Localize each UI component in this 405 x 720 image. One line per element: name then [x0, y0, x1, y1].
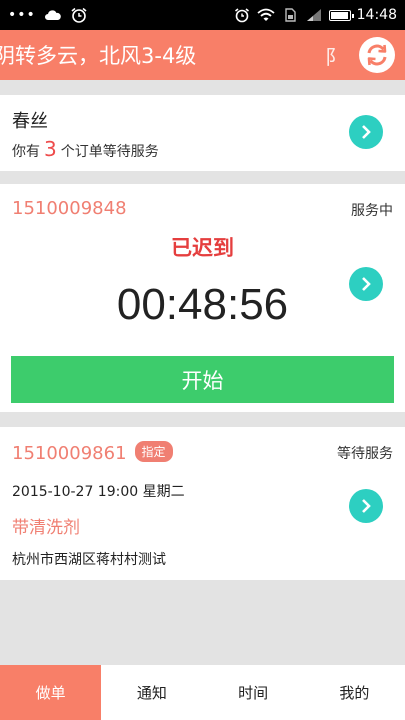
order-detail-button[interactable] — [349, 489, 383, 523]
order-datetime: 2015-10-27 19:00 星期二 — [12, 484, 185, 500]
order-phone: 1510009848 — [12, 198, 127, 219]
order-detail-button[interactable] — [349, 267, 383, 301]
status-bar: ••• 14:48 — [0, 0, 405, 30]
user-summary-card[interactable]: 春丝 你有 3 个订单等待服务 — [0, 95, 405, 171]
refresh-button[interactable] — [359, 37, 395, 73]
chevron-right-icon — [362, 125, 371, 139]
order-card-waiting[interactable]: 1510009861 指定 等待服务 2015-10-27 19:00 星期二 带… — [0, 427, 405, 580]
user-detail-button[interactable] — [349, 115, 383, 149]
late-badge-text: 已迟到 — [171, 236, 234, 260]
order-card-in-service[interactable]: 1510009848 服务中 已迟到 00:48:56 开始 — [0, 184, 405, 412]
clock-time: 14:48 — [356, 7, 397, 23]
sim-card-icon — [284, 8, 296, 22]
pending-orders-prefix: 你有 — [12, 144, 40, 160]
start-button[interactable]: 开始 — [11, 356, 394, 403]
order-phone-line: 1510009861 指定 — [12, 441, 173, 464]
assigned-tag: 指定 — [134, 441, 173, 462]
chevron-right-icon — [362, 277, 371, 291]
wifi-icon — [257, 8, 275, 21]
tab-profile[interactable]: 我的 — [304, 665, 405, 720]
refresh-icon — [367, 44, 387, 66]
tab-orders[interactable]: 做单 — [0, 665, 102, 720]
tab-schedule[interactable]: 时间 — [203, 665, 304, 720]
order-address: 杭州市西湖区蒋村村测试 — [12, 552, 166, 568]
bottom-tab-bar: 做单 通知 时间 我的 — [0, 665, 405, 720]
alarm-icon — [234, 8, 249, 23]
order-service-note: 带清洗剂 — [12, 518, 80, 538]
alarm-clock-icon — [71, 7, 87, 23]
pending-orders-count: 3 — [44, 137, 57, 161]
user-name: 春丝 — [12, 111, 48, 132]
tab-notifications[interactable]: 通知 — [101, 665, 202, 720]
weather-marquee: 阴转多云，北风3-4级 — [0, 44, 197, 68]
chevron-right-icon — [362, 499, 371, 513]
pending-orders-suffix: 个订单等待服务 — [60, 144, 159, 160]
weather-marquee-tail: 阝 — [325, 44, 345, 69]
battery-icon — [328, 9, 354, 21]
order-status: 服务中 — [351, 203, 393, 219]
notification-dots: ••• — [8, 7, 36, 23]
pending-orders-text: 你有 3 个订单等待服务 — [12, 137, 159, 161]
service-timer: 00:48:56 — [116, 280, 289, 329]
order-phone: 1510009861 — [12, 443, 127, 464]
signal-icon — [306, 9, 321, 21]
cloud-icon — [44, 10, 61, 20]
top-bar: 阴转多云，北风3-4级 阝 — [0, 30, 405, 80]
order-status: 等待服务 — [337, 446, 393, 462]
